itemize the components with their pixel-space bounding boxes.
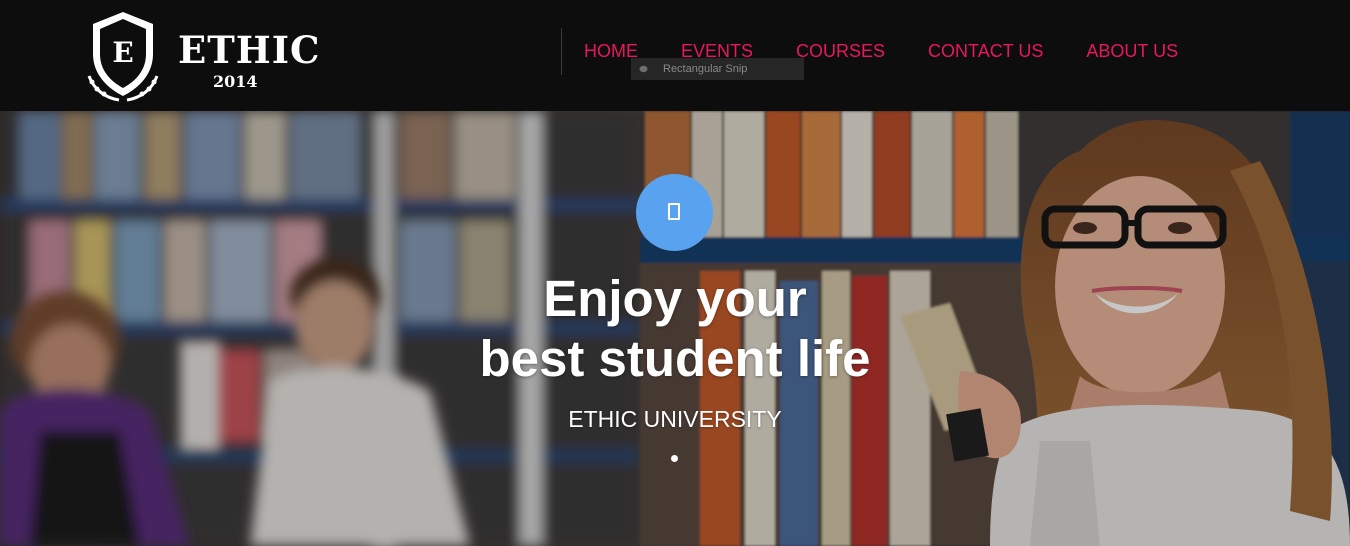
play-icon [668, 203, 680, 220]
crest-letter: E [112, 36, 133, 69]
nav-divider [561, 28, 562, 75]
snip-tooltip-label: Rectangular Snip [663, 63, 748, 75]
headline-line-1: Enjoy your [543, 270, 807, 327]
brand-year: 2014 [213, 72, 258, 91]
nav-contact-us[interactable]: CONTACT US [928, 40, 1043, 64]
hero-play-button[interactable] [636, 174, 713, 251]
nav-about-us[interactable]: ABOUT US [1086, 40, 1178, 64]
slider-dot[interactable] [671, 455, 678, 462]
snip-tooltip: Rectangular Snip [631, 58, 804, 80]
hero-headline: Enjoy your best student life [0, 269, 1350, 389]
nav-courses[interactable]: COURSES [796, 40, 885, 64]
site-header: E ETHIC 2014 HOME EVENTS COURSES CONTACT… [0, 0, 1350, 111]
nav-home[interactable]: HOME [584, 40, 638, 64]
site-logo[interactable]: E ETHIC 2014 [86, 10, 319, 102]
shield-crest-icon: E [87, 12, 159, 102]
hero-subhead: ETHIC UNIVERSITY [568, 406, 782, 432]
brand-name: ETHIC [178, 28, 321, 72]
snip-icon [639, 65, 648, 73]
hero-banner: Enjoy your best student life ETHIC UNIVE… [0, 111, 1350, 546]
headline-line-2: best student life [479, 330, 871, 387]
